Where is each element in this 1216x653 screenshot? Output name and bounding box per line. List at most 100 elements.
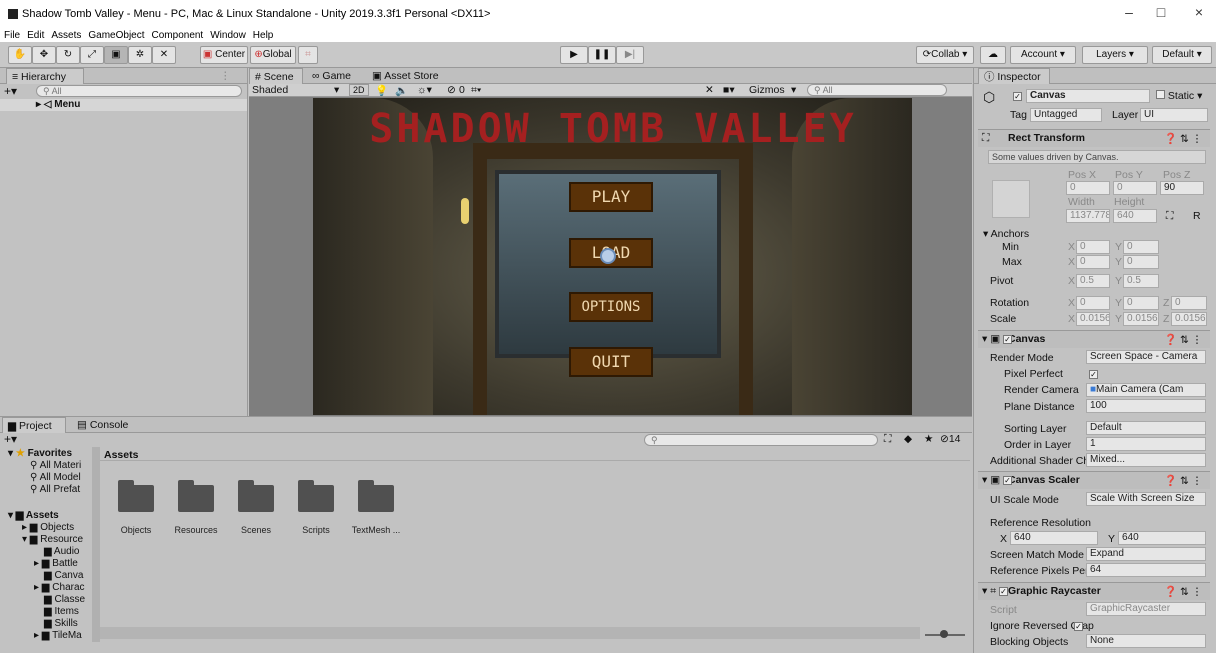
pivot-center-button[interactable]: ▣ Center xyxy=(200,46,248,64)
object-name-field[interactable]: Canvas xyxy=(1026,89,1150,103)
gizmos-dropdown[interactable]: Gizmos xyxy=(749,84,785,96)
tab-game[interactable]: ∞ Game xyxy=(307,68,356,84)
effects-icon[interactable]: ☼▾ xyxy=(417,84,432,96)
tree-folder[interactable]: ▆ Items xyxy=(44,606,79,617)
order-in-layer-field[interactable]: 1 xyxy=(1086,437,1206,451)
project-search-input[interactable]: ⚲ xyxy=(644,434,878,446)
tree-folder[interactable]: ▸ ▆ Battle xyxy=(34,558,78,569)
folder-label[interactable]: TextMesh ... xyxy=(346,525,406,535)
breadcrumb-assets[interactable]: Assets xyxy=(104,449,138,461)
menu-help[interactable]: Help xyxy=(253,30,274,41)
hand-tool-icon[interactable]: ✋ xyxy=(8,46,32,64)
quit-menu-button[interactable]: QUIT xyxy=(569,347,653,377)
lighting-icon[interactable]: 💡 xyxy=(375,84,388,97)
screen-match-mode-dropdown[interactable]: Expand xyxy=(1086,547,1206,561)
tab-console[interactable]: ▤ Console xyxy=(72,417,133,433)
tree-scrollbar[interactable] xyxy=(92,447,100,642)
folder-icon[interactable] xyxy=(298,480,334,512)
layout-dropdown[interactable]: Default ▾ xyxy=(1152,46,1212,64)
audio-icon[interactable]: 🔈 xyxy=(395,84,408,97)
folder-icon[interactable] xyxy=(118,480,154,512)
pixel-perfect-checkbox[interactable]: ✓ xyxy=(1089,368,1098,380)
folder-label[interactable]: Scripts xyxy=(286,525,346,535)
component-menu-icon[interactable]: ❓ ⇅ ⋮ xyxy=(1164,585,1202,598)
scale-y-field[interactable]: 0.0156 xyxy=(1123,312,1159,326)
hidden-objects-icon[interactable]: ⊘ xyxy=(447,84,456,96)
rotate-tool-icon[interactable]: ↻ xyxy=(56,46,80,64)
tree-folder[interactable]: ▆ Audio xyxy=(44,546,80,557)
scene-gizmo-icon[interactable] xyxy=(600,248,616,264)
options-menu-button[interactable]: OPTIONS xyxy=(569,292,653,322)
menu-edit[interactable]: Edit xyxy=(27,30,44,41)
scene-menu-item[interactable]: ▸ ◁ Menu xyxy=(36,99,80,110)
folder-label[interactable]: Objects xyxy=(106,525,166,535)
hierarchy-search-input[interactable]: ⚲ All xyxy=(36,85,242,97)
step-button[interactable]: ▶| xyxy=(616,46,644,64)
rotation-y-field[interactable]: 0 xyxy=(1123,296,1159,310)
panel-menu-icon[interactable]: ⋮ xyxy=(220,70,231,82)
play-menu-button[interactable]: PLAY xyxy=(569,182,653,212)
tab-hierarchy[interactable]: ≡ Hierarchy xyxy=(6,68,84,84)
hidden-packages-count[interactable]: ⊘14 xyxy=(940,433,961,445)
tree-folder[interactable]: ▸ ▆ TileMa xyxy=(34,630,82,641)
layer-dropdown[interactable]: UI xyxy=(1140,108,1208,122)
favorites-star-icon[interactable]: ★ xyxy=(924,433,933,445)
maximize-button[interactable]: □ xyxy=(1146,4,1176,20)
folder-label[interactable]: Scenes xyxy=(226,525,286,535)
tree-folder[interactable]: ▆ Canva xyxy=(44,570,83,581)
minimize-button[interactable]: – xyxy=(1114,4,1144,20)
pause-button[interactable]: ❚❚ xyxy=(588,46,616,64)
blueprint-mode-icon[interactable]: ⛶ xyxy=(1166,210,1173,223)
render-mode-dropdown[interactable]: Screen Space - Camera xyxy=(1086,350,1206,364)
asset-scrollbar[interactable] xyxy=(100,627,920,639)
tree-folder[interactable]: ▸ ▆ Charac xyxy=(34,582,85,593)
favorite-item[interactable]: ⚲ All Prefat xyxy=(30,484,80,495)
raw-edit-button[interactable]: R xyxy=(1193,210,1201,222)
pivot-x-field[interactable]: 0.5 xyxy=(1076,274,1110,288)
custom-tool-icon[interactable]: ✕ xyxy=(152,46,176,64)
tree-folder[interactable]: ▸ ▆ Objects xyxy=(22,522,74,533)
scale-z-field[interactable]: 0.0156 xyxy=(1171,312,1207,326)
anchor-presets-button[interactable] xyxy=(992,180,1030,218)
plane-distance-field[interactable]: 100 xyxy=(1086,399,1206,413)
camera-icon[interactable]: ■▾ xyxy=(723,84,735,96)
tab-inspector[interactable]: ⓘ Inspector xyxy=(978,68,1050,84)
anchors-foldout[interactable]: ▾ Anchors xyxy=(983,228,1029,240)
shading-mode-dropdown[interactable]: Shaded xyxy=(252,84,288,96)
search-by-type-icon[interactable]: ⛶ xyxy=(884,433,891,446)
min-x-field[interactable]: 0 xyxy=(1076,240,1110,254)
play-button[interactable]: ▶ xyxy=(560,46,588,64)
pivot-global-button[interactable]: ⊕Global xyxy=(250,46,296,64)
ui-scale-mode-dropdown[interactable]: Scale With Screen Size xyxy=(1086,492,1206,506)
folder-icon[interactable] xyxy=(178,480,214,512)
snap-icon[interactable]: ⌗ xyxy=(298,46,318,64)
component-menu-icon[interactable]: ❓ ⇅ ⋮ xyxy=(1164,132,1202,145)
active-checkbox[interactable]: ✓ xyxy=(1013,90,1022,102)
tree-folder[interactable]: ▆ Classe xyxy=(44,594,85,605)
min-y-field[interactable]: 0 xyxy=(1123,240,1159,254)
component-menu-icon[interactable]: ❓ ⇅ ⋮ xyxy=(1164,333,1202,346)
create-button[interactable]: +▾ xyxy=(4,84,17,98)
blocking-objects-dropdown[interactable]: None xyxy=(1086,634,1206,648)
max-y-field[interactable]: 0 xyxy=(1123,255,1159,269)
pivot-y-field[interactable]: 0.5 xyxy=(1123,274,1159,288)
reference-pixels-field[interactable]: 64 xyxy=(1086,563,1206,577)
pos-x-field[interactable]: 0 xyxy=(1066,181,1110,195)
hierarchy-root-row[interactable]: ▸ ◁ Menu xyxy=(0,99,247,111)
reference-y-field[interactable]: 640 xyxy=(1118,531,1206,545)
menu-window[interactable]: Window xyxy=(210,30,246,41)
layers-dropdown[interactable]: Layers ▾ xyxy=(1082,46,1148,64)
menu-file[interactable]: File xyxy=(4,30,20,41)
assets-root-folder[interactable]: ▾ ▆ Assets xyxy=(8,510,59,521)
tools-icon[interactable]: ✕ xyxy=(705,84,714,96)
max-x-field[interactable]: 0 xyxy=(1076,255,1110,269)
zoom-slider-thumb[interactable] xyxy=(940,630,948,638)
render-camera-field[interactable]: ■Main Camera (Cam xyxy=(1086,383,1206,397)
scale-x-field[interactable]: 0.0156 xyxy=(1076,312,1110,326)
scale-tool-icon[interactable]: ⤢ xyxy=(80,46,104,64)
account-dropdown[interactable]: Account ▾ xyxy=(1010,46,1076,64)
tab-project[interactable]: ▆ Project xyxy=(2,417,66,433)
search-by-label-icon[interactable]: ◆ xyxy=(904,433,912,445)
project-create-button[interactable]: +▾ xyxy=(4,432,17,446)
rotation-z-field[interactable]: 0 xyxy=(1171,296,1207,310)
